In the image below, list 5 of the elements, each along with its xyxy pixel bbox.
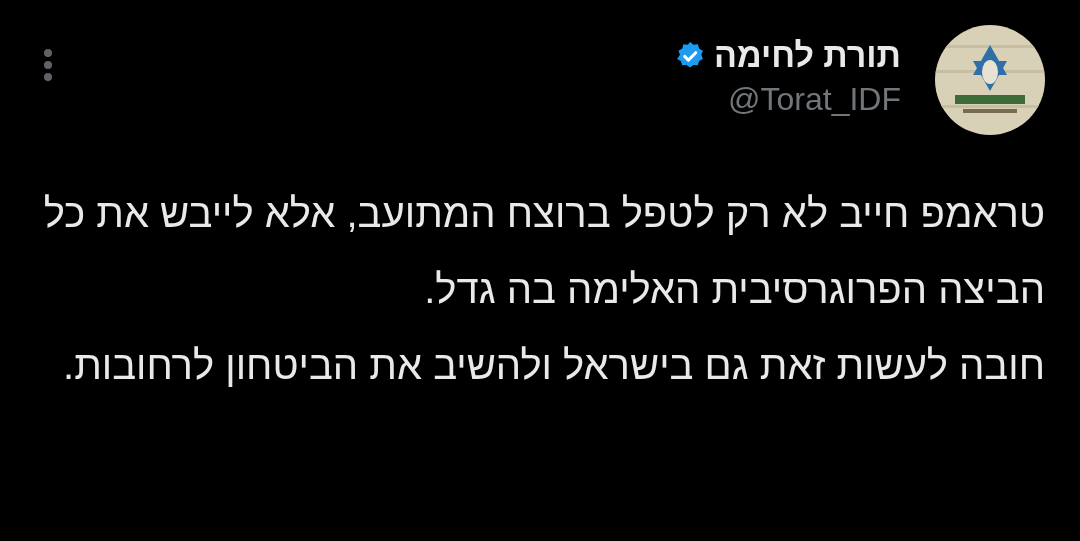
- tweet-text: חובה לעשות זאת גם בישראל ולהשיב את הביטחון לרחובות.: [62, 342, 1045, 389]
- tweet-text: טראמפ חייב לא רק לטפל ברוצח המתועב, אלא לייבש את כל הביצה הפרוגרסיבית האלימה בה גדל.: [42, 190, 1045, 313]
- account-name[interactable]: תורת לחימה: [714, 36, 901, 75]
- more-options-icon[interactable]: [42, 47, 54, 83]
- account-handle[interactable]: @Torat_IDF: [728, 81, 901, 118]
